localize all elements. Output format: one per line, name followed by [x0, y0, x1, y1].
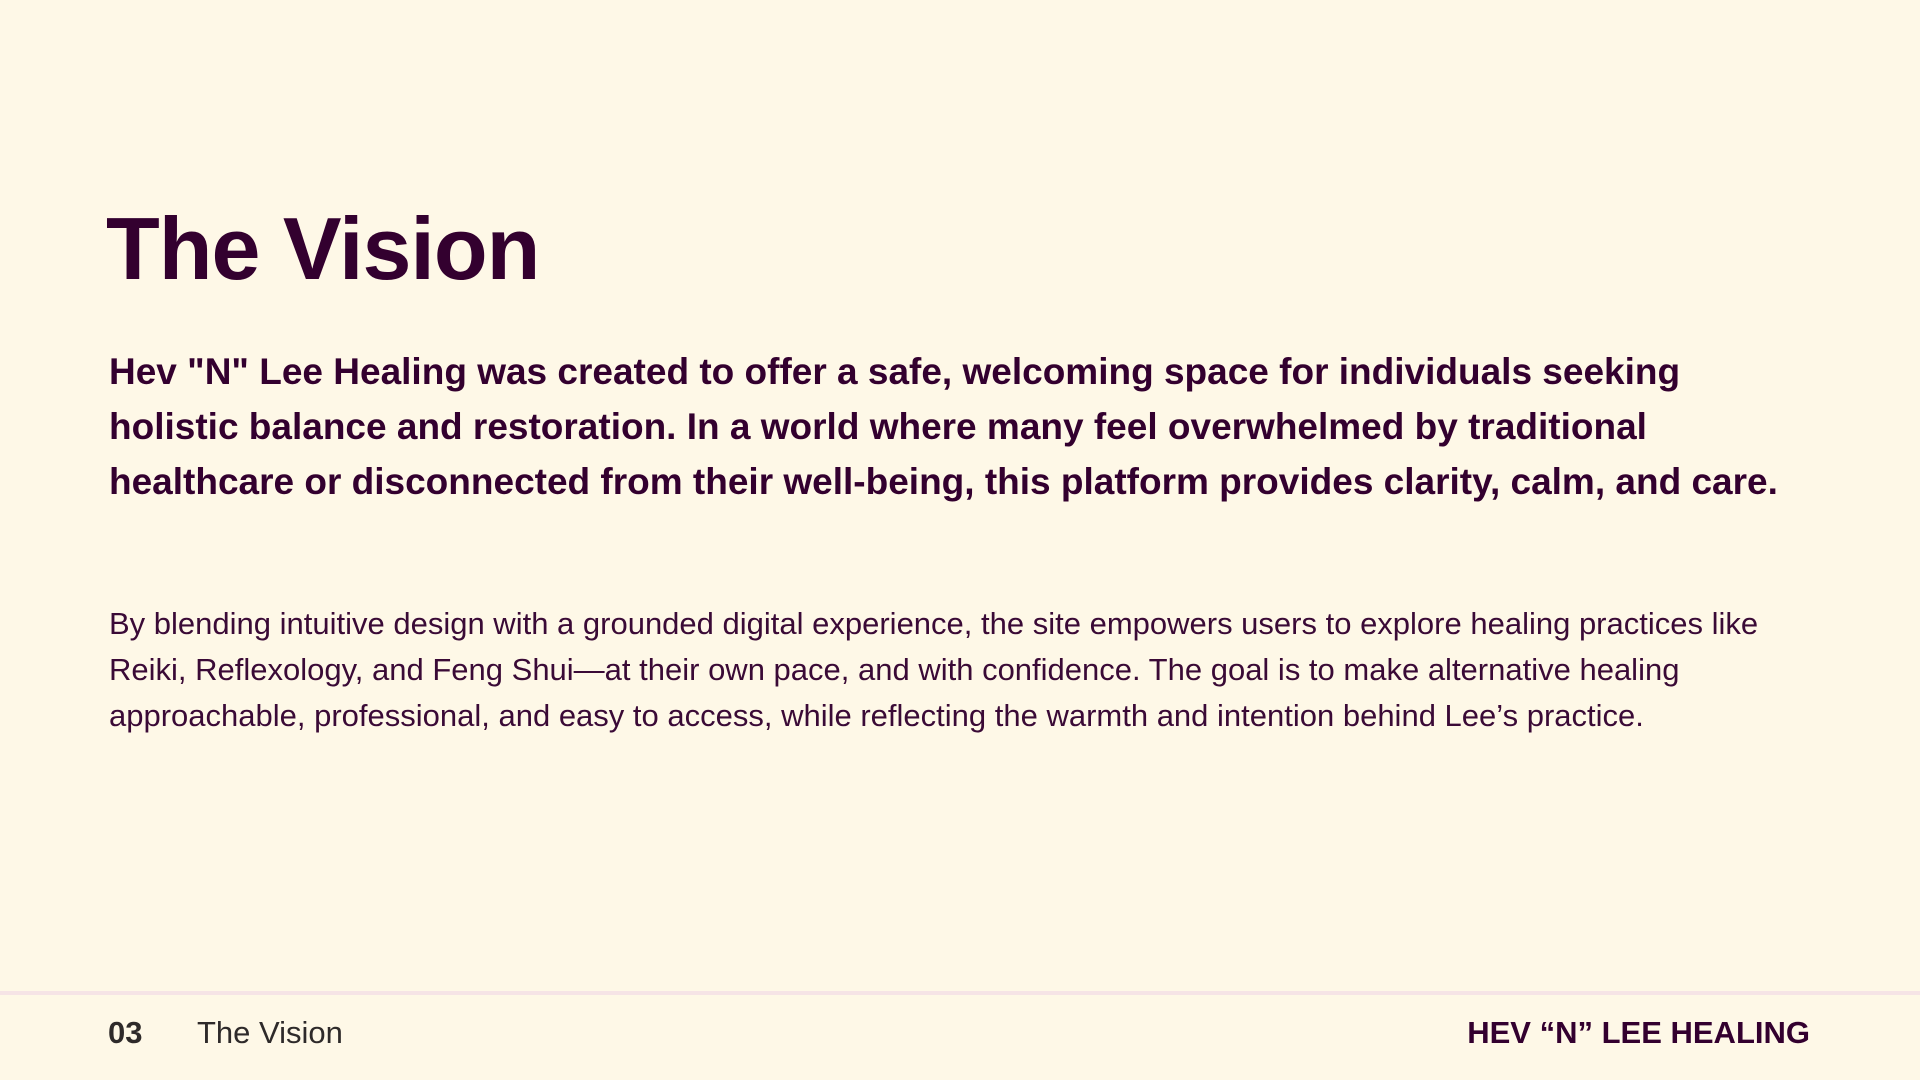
page-title: The Vision: [106, 199, 540, 298]
footer-divider: [0, 991, 1920, 995]
page-number: 03: [108, 1015, 143, 1050]
footer-section-title: The Vision: [197, 1015, 343, 1050]
footer-brand: HEV “N” LEE HEALING: [1467, 1015, 1810, 1050]
lead-paragraph: Hev "N" Lee Healing was created to offer…: [109, 351, 1778, 502]
body-paragraph: By blending intuitive design with a grou…: [109, 606, 1759, 733]
